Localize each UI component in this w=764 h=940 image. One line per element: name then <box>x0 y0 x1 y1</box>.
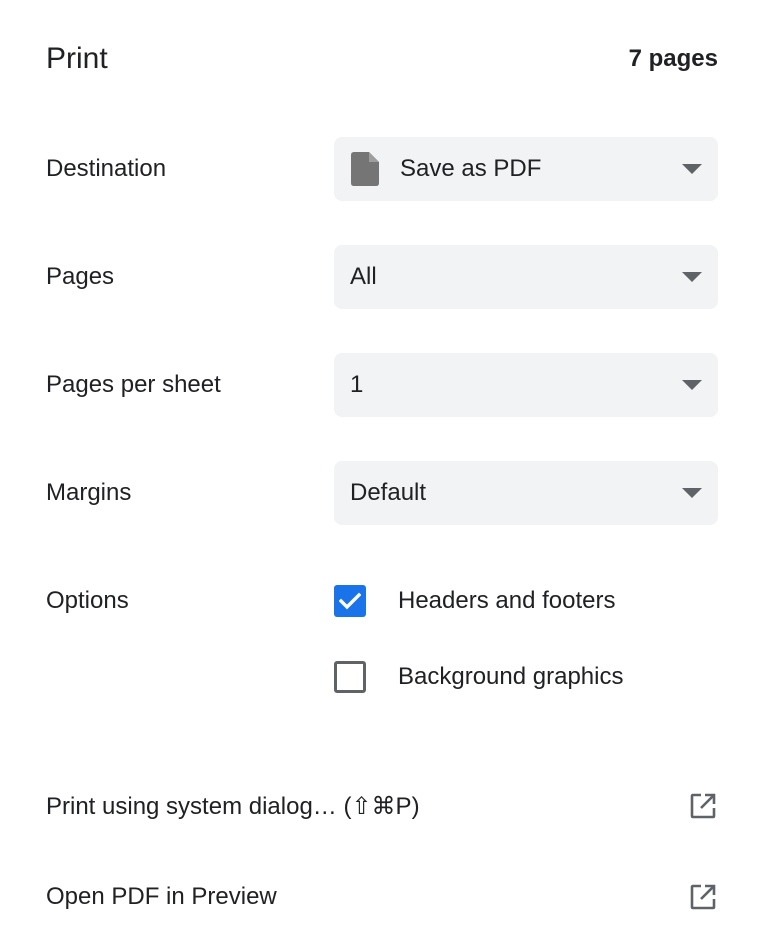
pages-per-sheet-row: Pages per sheet 1 <box>46 353 718 417</box>
pages-row: Pages All <box>46 245 718 309</box>
pages-value: All <box>350 263 377 290</box>
pages-label: Pages <box>46 263 115 290</box>
background-graphics-label: Background graphics <box>398 663 624 690</box>
destination-row: Destination Save as PDF <box>46 137 718 201</box>
pages-per-sheet-select[interactable]: 1 <box>334 353 718 417</box>
margins-select[interactable]: Default <box>334 461 718 525</box>
chevron-down-icon <box>682 272 702 282</box>
print-header: Print 7 pages <box>46 36 718 82</box>
headers-footers-label: Headers and footers <box>398 587 616 614</box>
document-icon <box>350 152 380 186</box>
page-title: Print <box>46 42 108 75</box>
headers-footers-checkbox[interactable] <box>334 585 366 617</box>
margins-value: Default <box>350 479 427 506</box>
margins-row: Margins Default <box>46 461 718 525</box>
destination-label: Destination <box>46 155 167 182</box>
system-dialog-link[interactable]: Print using system dialog… (⇧⌘P) <box>46 786 718 826</box>
destination-value: Save as PDF <box>400 155 542 182</box>
open-pdf-preview-label: Open PDF in Preview <box>46 883 277 910</box>
open-external-icon <box>688 882 718 912</box>
margins-label: Margins <box>46 479 132 506</box>
page-count: 7 pages <box>628 45 718 72</box>
chevron-down-icon <box>682 380 702 390</box>
pages-per-sheet-label: Pages per sheet <box>46 371 221 398</box>
destination-select[interactable]: Save as PDF <box>334 137 718 201</box>
system-dialog-label: Print using system dialog… (⇧⌘P) <box>46 792 420 820</box>
checkmark-icon <box>339 592 361 610</box>
chevron-down-icon <box>682 164 702 174</box>
options-label: Options <box>46 587 129 614</box>
open-external-icon <box>688 791 718 821</box>
open-pdf-preview-link[interactable]: Open PDF in Preview <box>46 877 718 917</box>
chevron-down-icon <box>682 488 702 498</box>
background-graphics-checkbox[interactable] <box>334 661 366 693</box>
headers-footers-option[interactable]: Headers and footers <box>334 584 615 618</box>
pages-per-sheet-value: 1 <box>350 371 364 398</box>
background-graphics-option[interactable]: Background graphics <box>334 660 623 694</box>
pages-select[interactable]: All <box>334 245 718 309</box>
